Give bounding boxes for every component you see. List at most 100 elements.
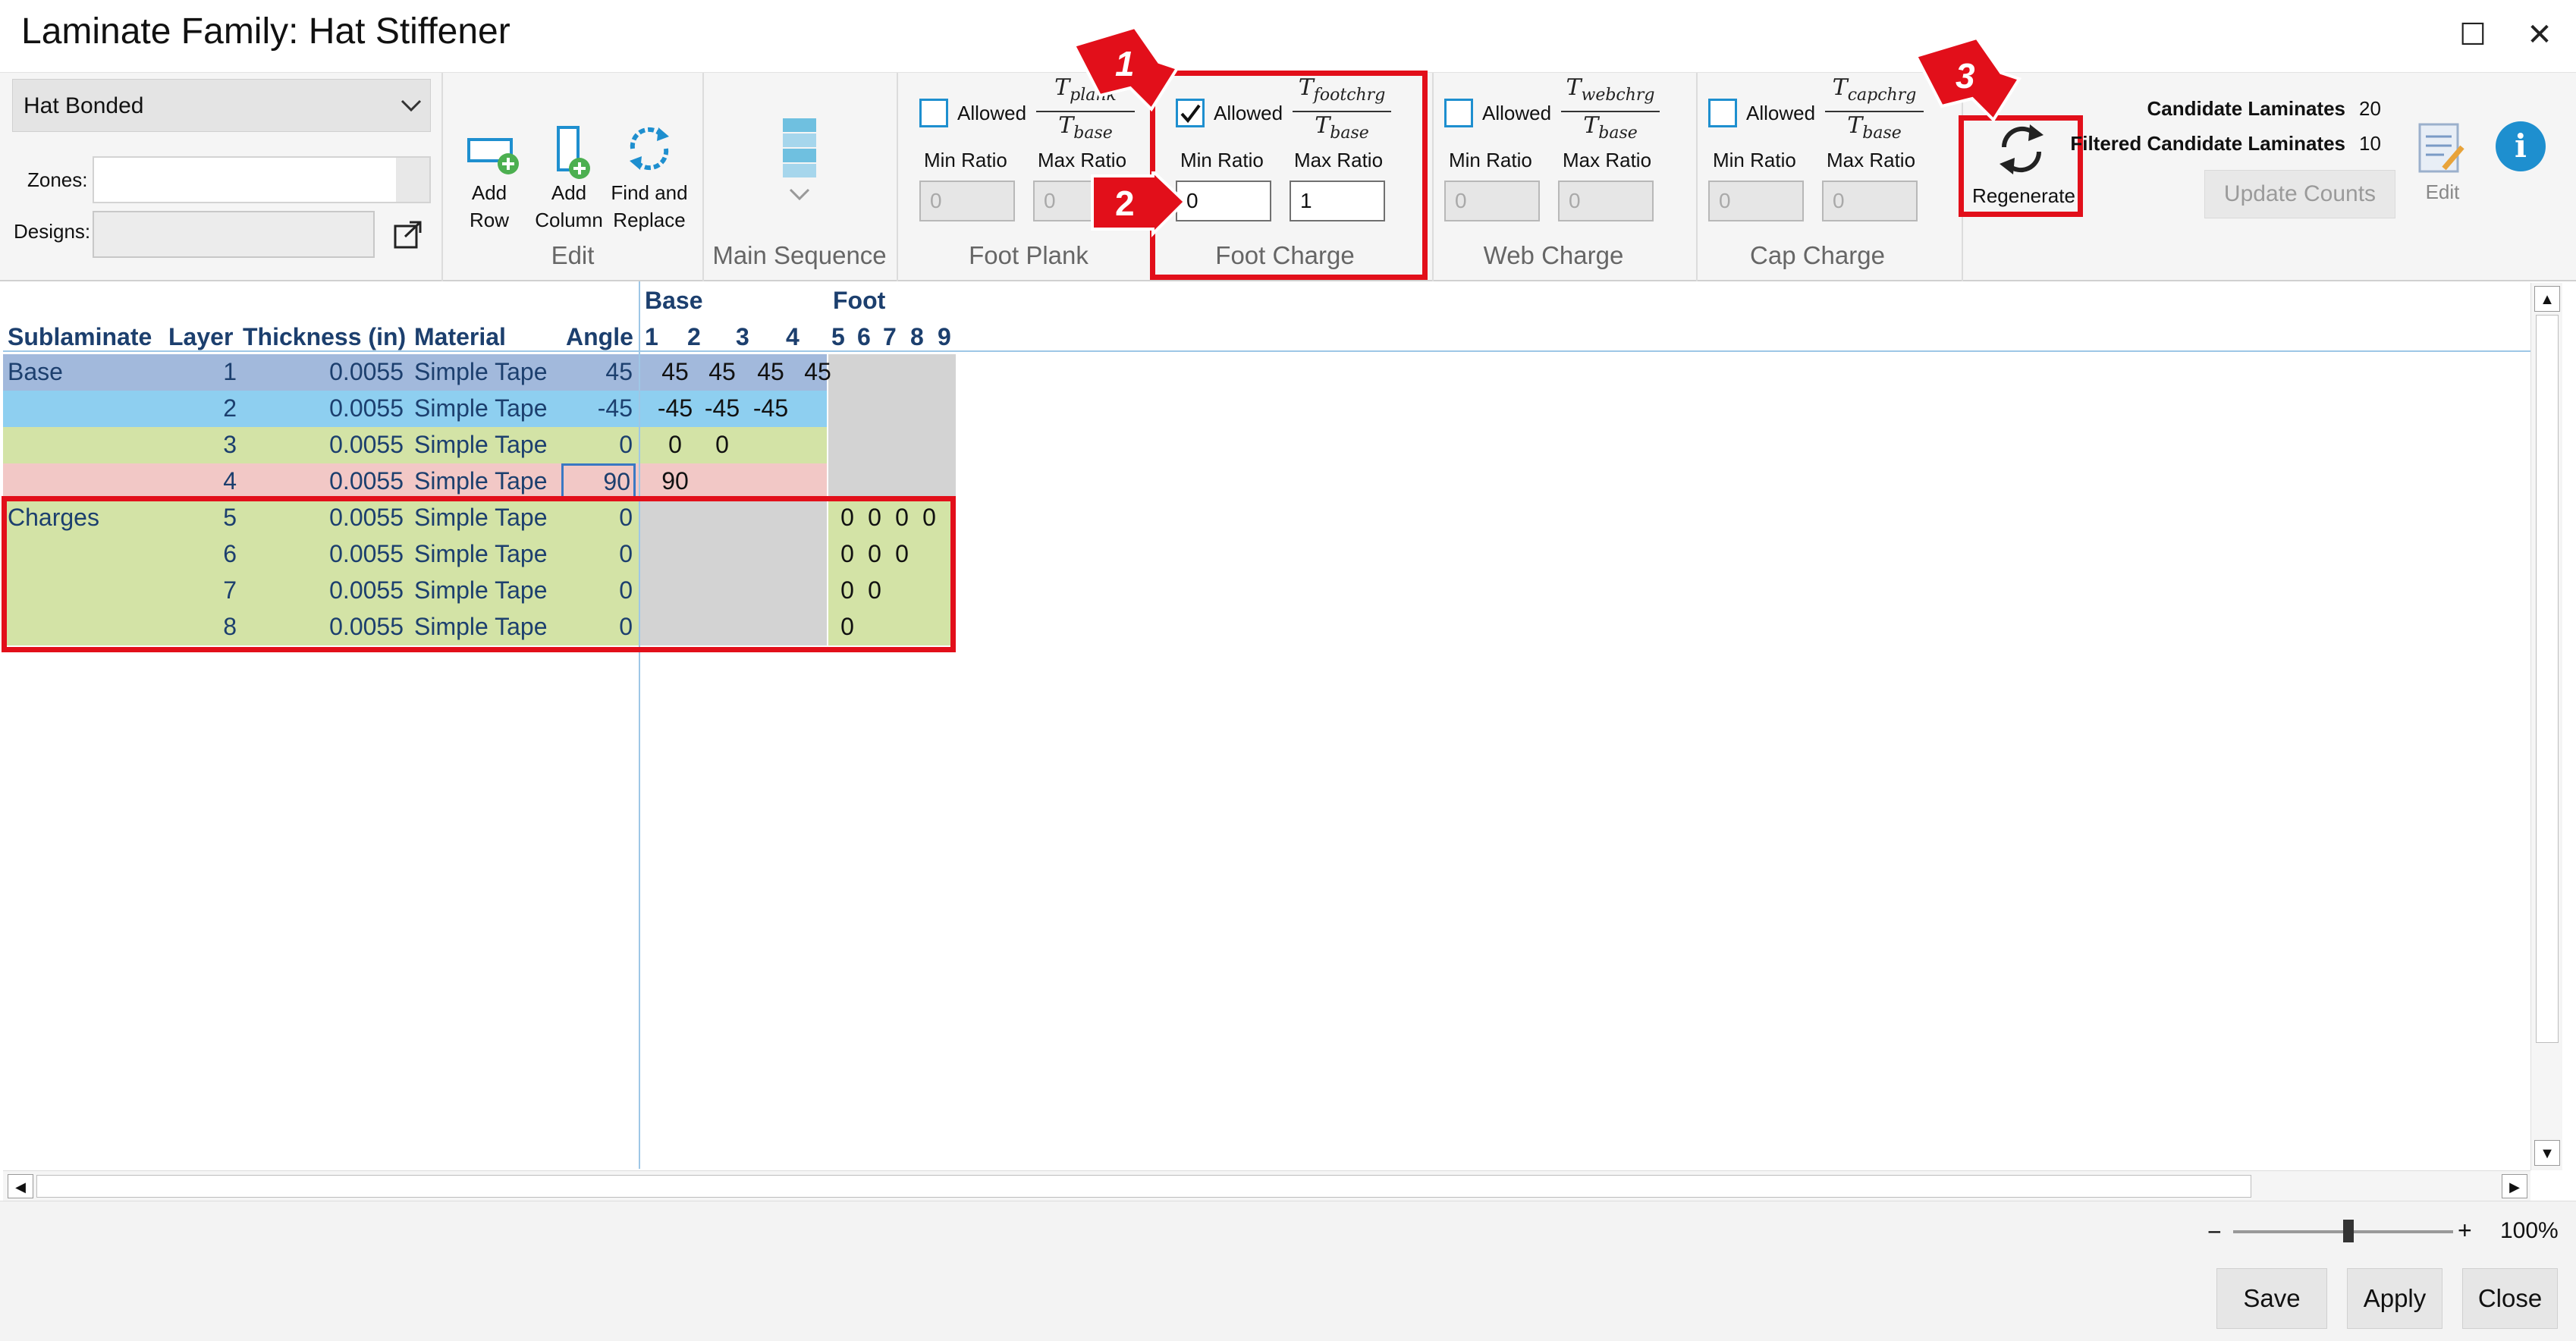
base-sequence-cell[interactable]: 0 <box>701 427 743 463</box>
material-cell[interactable]: Simple Tape <box>414 391 548 427</box>
column-header-layer[interactable]: Layer <box>168 319 233 356</box>
angle-cell[interactable]: -45 <box>561 391 636 427</box>
find-replace-label-2: Replace <box>613 209 686 231</box>
title-bar: Laminate Family: Hat Stiffener ☐ ✕ <box>0 0 2576 73</box>
base-sequence-cell[interactable]: 90 <box>654 463 696 500</box>
column-header-angle[interactable]: Angle <box>566 319 633 356</box>
material-cell[interactable]: Simple Tape <box>414 427 548 463</box>
add-row-icon[interactable] <box>466 129 520 182</box>
scroll-up-icon[interactable]: ▲ <box>2534 286 2560 312</box>
allowed-checkbox[interactable] <box>919 99 948 127</box>
base-sequence-cell[interactable]: -45 <box>701 391 743 427</box>
min-ratio-input[interactable]: 0 <box>919 181 1015 221</box>
layer-cell[interactable]: 4 <box>167 463 237 500</box>
vertical-scrollbar[interactable]: ▲ ▼ <box>2530 283 2562 1170</box>
add-column-icon[interactable] <box>551 124 596 182</box>
allowed-checkbox[interactable] <box>1444 99 1473 127</box>
find-replace-icon[interactable] <box>622 121 677 176</box>
base-sequence-cell[interactable]: 45 <box>701 354 743 391</box>
ratio-denominator: Tbase <box>1036 112 1135 147</box>
find-replace-button[interactable]: Find and Replace <box>604 179 695 234</box>
base-sequence-cell[interactable]: 0 <box>654 427 696 463</box>
max-ratio-input[interactable]: 0 <box>1558 181 1654 221</box>
save-as-button[interactable]: Save As... <box>2216 1268 2327 1329</box>
angle-cell[interactable]: 90 <box>561 463 636 500</box>
sequence-header[interactable]: 8 <box>910 319 924 356</box>
angle-cell[interactable]: 0 <box>561 427 636 463</box>
add-row-label-2: Row <box>469 209 509 231</box>
base-sequence-cell[interactable]: 45 <box>654 354 696 391</box>
ratio-denominator: Tbase <box>1561 112 1660 147</box>
ratio-numerator: Twebchrg <box>1561 74 1660 112</box>
layer-cell[interactable]: 2 <box>167 391 237 427</box>
thickness-cell[interactable]: 0.0055 <box>243 427 404 463</box>
base-sequence-cell[interactable]: -45 <box>749 391 792 427</box>
scroll-down-icon[interactable]: ▼ <box>2534 1140 2560 1166</box>
horizontal-scrollbar[interactable]: ◀ ▶ <box>3 1170 2530 1201</box>
sequence-header[interactable]: 4 <box>786 319 800 356</box>
material-cell[interactable]: Simple Tape <box>414 463 548 500</box>
allowed-checkbox[interactable] <box>1708 99 1737 127</box>
vertical-scroll-thumb[interactable] <box>2536 315 2559 1043</box>
sequence-header[interactable]: 1 <box>645 319 658 356</box>
family-type-select[interactable]: Hat Bonded <box>12 79 431 132</box>
chevron-down-icon <box>401 99 422 112</box>
maximize-icon[interactable]: ☐ <box>2450 12 2496 58</box>
group-header-foot: Foot <box>833 287 886 314</box>
filtered-label: Filtered Candidate Laminates <box>2070 132 2345 155</box>
ratio-numerator-subscript: webchrg <box>1581 86 1655 105</box>
sublaminate-cell[interactable]: Base <box>8 354 63 391</box>
update-counts-button[interactable]: Update Counts <box>2204 170 2395 218</box>
zones-input[interactable] <box>93 156 431 203</box>
min-ratio-input[interactable]: 0 <box>1708 181 1804 221</box>
close-icon[interactable]: ✕ <box>2517 12 2562 58</box>
thickness-cell[interactable]: 0.0055 <box>243 463 404 500</box>
ratio-numerator-symbol: T <box>1566 74 1582 101</box>
thickness-cell[interactable]: 0.0055 <box>243 391 404 427</box>
main-sequence-icon[interactable] <box>781 117 818 208</box>
layer-cell[interactable]: 1 <box>167 354 237 391</box>
scroll-left-icon[interactable]: ◀ <box>8 1174 33 1198</box>
foot-sequence-cell-bg <box>828 391 956 427</box>
thickness-cell[interactable]: 0.0055 <box>243 354 404 391</box>
sequence-header[interactable]: 9 <box>938 319 951 356</box>
material-cell[interactable]: Simple Tape <box>414 354 548 391</box>
column-header-sublaminate[interactable]: Sublaminate <box>8 319 152 356</box>
annotation-box-1 <box>1150 71 1428 280</box>
zones-label: Zones: <box>27 168 88 191</box>
base-sequence-cell[interactable]: -45 <box>654 391 696 427</box>
max-ratio-input[interactable]: 0 <box>1822 181 1918 221</box>
scroll-right-icon[interactable]: ▶ <box>2502 1174 2527 1198</box>
zoom-in-icon[interactable]: + <box>2458 1217 2472 1245</box>
horizontal-scroll-thumb[interactable] <box>36 1175 2251 1198</box>
sequence-header[interactable]: 7 <box>883 319 897 356</box>
column-header-thickness[interactable]: Thickness (in) <box>243 319 406 356</box>
ratio-denominator-symbol: T <box>1583 112 1599 139</box>
ratio-numerator-subscript: capchrg <box>1847 86 1917 105</box>
apply-button[interactable]: Apply <box>2347 1268 2442 1329</box>
open-external-icon[interactable] <box>393 220 423 250</box>
annotation-badge-1: 1 <box>1072 25 1180 112</box>
designs-input[interactable] <box>93 211 375 258</box>
zoom-slider-thumb[interactable] <box>2343 1220 2354 1242</box>
edit-notes-icon[interactable] <box>2417 121 2467 177</box>
sequence-header[interactable]: 5 <box>831 319 845 356</box>
column-header-material[interactable]: Material <box>414 319 506 356</box>
sequence-header[interactable]: 3 <box>736 319 749 356</box>
sequence-header[interactable]: 6 <box>857 319 871 356</box>
ratio-numerator-symbol: T <box>1054 74 1070 101</box>
sequence-header[interactable]: 2 <box>687 319 701 356</box>
ratio-numerator: Tcapchrg <box>1825 74 1924 112</box>
add-column-button[interactable]: Add Column <box>531 179 607 234</box>
base-sequence-cell[interactable]: 45 <box>796 354 839 391</box>
min-ratio-input[interactable]: 0 <box>1444 181 1540 221</box>
base-sequence-cell[interactable]: 45 <box>749 354 792 391</box>
add-row-button[interactable]: Add Row <box>455 179 523 234</box>
ratio-fraction: Twebchrg Tbase <box>1561 74 1660 147</box>
info-icon[interactable]: i <box>2496 121 2546 171</box>
layer-cell[interactable]: 3 <box>167 427 237 463</box>
angle-cell[interactable]: 45 <box>561 354 636 391</box>
charge-group-label: Cap Charge <box>1750 241 1885 269</box>
close-button[interactable]: Close <box>2462 1268 2558 1329</box>
zoom-out-icon[interactable]: − <box>2207 1218 2222 1246</box>
